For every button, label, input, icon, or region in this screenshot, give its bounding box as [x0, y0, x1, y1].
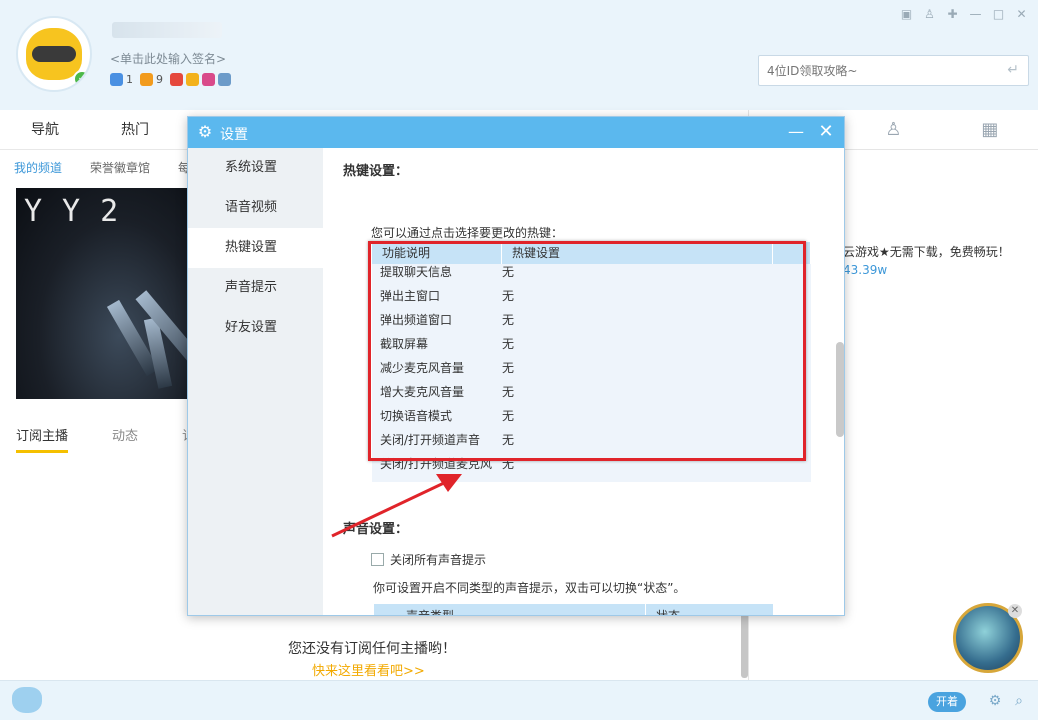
- tools-icon[interactable]: ✚: [944, 6, 961, 23]
- mute-all-row[interactable]: 关闭所有声音提示: [371, 551, 486, 568]
- nav-item[interactable]: 热门: [90, 110, 180, 149]
- friends-icon[interactable]: ♙: [845, 110, 941, 149]
- sound-section-title: 声音设置：: [343, 522, 409, 537]
- mute-all-label: 关闭所有声音提示: [390, 553, 487, 567]
- dialog-title: 设置: [220, 127, 248, 143]
- signature-input[interactable]: <单击此处输入签名>: [110, 50, 226, 67]
- shirt-icon[interactable]: ♙: [921, 6, 938, 23]
- col-state[interactable]: 状态: [646, 604, 680, 615]
- minimize-icon[interactable]: —: [967, 6, 984, 23]
- content-tabs: 订阅主播 动态 订: [16, 425, 195, 453]
- settings-gear-icon[interactable]: ⚙: [986, 692, 1004, 710]
- game-close-icon[interactable]: ✕: [1008, 604, 1022, 618]
- sidebar-item-sound[interactable]: 声音提示: [188, 268, 323, 308]
- gear-icon: ⚙: [197, 122, 213, 141]
- sound-table-header: 声音类型 状态: [374, 604, 773, 615]
- close-icon[interactable]: ✕: [1013, 6, 1030, 23]
- sound-table: 声音类型 状态 ◖系统声音提示 开启: [374, 604, 773, 615]
- highlight-box: [368, 241, 806, 461]
- mascot-icon[interactable]: [12, 687, 42, 713]
- discover-link[interactable]: 快来这里看看吧>>: [312, 660, 425, 679]
- gamepad-icon[interactable]: [110, 73, 123, 86]
- col-sound-type[interactable]: 声音类型: [374, 604, 646, 615]
- badge-count: 9: [156, 73, 163, 86]
- hotkey-hint: 您可以通过点击选择要更改的热键：: [371, 226, 564, 240]
- tab-feed[interactable]: 动态: [112, 425, 138, 453]
- subnav-item-honor[interactable]: 荣誉徽章馆: [76, 151, 164, 185]
- vip-icon[interactable]: [170, 73, 183, 86]
- avatar[interactable]: ✓: [16, 16, 92, 92]
- ad-size: 43.39w: [843, 263, 888, 277]
- banner-text: YY2: [24, 194, 139, 229]
- dialog-minimize-button[interactable]: —: [786, 121, 806, 143]
- id-search-input[interactable]: [759, 56, 989, 85]
- apps-grid-icon[interactable]: ▦: [942, 110, 1038, 149]
- play-icon[interactable]: [186, 73, 199, 86]
- open-button[interactable]: 开着: [928, 692, 966, 712]
- trophy-icon[interactable]: [140, 73, 153, 86]
- status-badges: 19: [110, 73, 231, 86]
- nav-item[interactable]: 导航: [0, 110, 90, 149]
- badge-count: 1: [126, 73, 133, 86]
- nickname-blurred: [112, 22, 222, 38]
- dialog-close-button[interactable]: ✕: [816, 121, 836, 143]
- sidebar-item-hotkeys[interactable]: 热键设置: [188, 228, 323, 268]
- sound-hint: 你可设置开启不同类型的声音提示，双击可以切换“状态”。: [373, 581, 686, 595]
- promo-banner[interactable]: YY2: [16, 188, 188, 399]
- id-search-box: ↵: [758, 55, 1029, 86]
- empty-message: 您还没有订阅任何主播哟！: [288, 641, 456, 657]
- maximize-icon[interactable]: □: [990, 6, 1007, 23]
- status-bar: [0, 680, 1038, 720]
- dialog-scrollbar[interactable]: [836, 342, 844, 437]
- enter-icon[interactable]: ↵: [1007, 62, 1019, 78]
- profile-header: ✓ <单击此处输入签名> 19 ▣ ♙ ✚ — □ ✕ ↵: [0, 0, 1038, 110]
- dialog-titlebar[interactable]: ⚙ 设置 — ✕: [188, 117, 844, 148]
- window-controls: ▣ ♙ ✚ — □ ✕: [898, 6, 1030, 23]
- eye-icon[interactable]: [218, 73, 231, 86]
- heart-icon[interactable]: [202, 73, 215, 86]
- settings-sidebar: 系统设置 语音视频 热键设置 声音提示 好友设置: [188, 148, 323, 615]
- tab-subscribed[interactable]: 订阅主播: [16, 425, 69, 453]
- sidebar-item-audio-video[interactable]: 语音视频: [188, 188, 323, 228]
- sidebar-item-system[interactable]: 系统设置: [188, 148, 323, 188]
- search-icon[interactable]: ⌕: [1010, 692, 1028, 710]
- raccoon-mask-icon: [32, 46, 76, 62]
- ad-text[interactable]: 云游戏★无需下载，免费畅玩！: [843, 243, 1010, 260]
- skin-icon[interactable]: ▣: [898, 6, 915, 23]
- sidebar-item-friends[interactable]: 好友设置: [188, 308, 323, 348]
- mute-all-checkbox[interactable]: [371, 553, 384, 566]
- subnav-item-my-channel[interactable]: 我的频道: [0, 151, 76, 185]
- online-check-icon: ✓: [73, 70, 90, 88]
- hotkey-section-title: 热键设置：: [343, 164, 409, 179]
